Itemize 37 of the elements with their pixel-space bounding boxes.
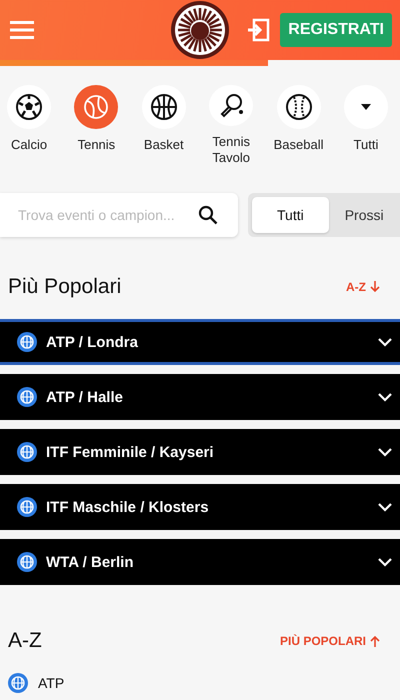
globe-icon <box>17 497 37 517</box>
filter-tab[interactable]: Tutti <box>252 197 329 233</box>
globe-icon <box>17 552 37 572</box>
chevron-down-icon <box>378 392 392 402</box>
search-icon <box>198 205 218 225</box>
league-row[interactable]: WTA / Berlin <box>0 539 400 585</box>
globe-icon <box>8 673 28 693</box>
league-row[interactable]: ITF Maschile / Klosters <box>0 484 400 530</box>
league-row[interactable]: ATP / Londra <box>0 319 400 365</box>
league-item[interactable]: ATP <box>0 661 72 700</box>
arrow-up-icon <box>370 635 380 647</box>
logo-icon <box>170 0 230 60</box>
sport-item[interactable]: Basket <box>134 85 194 166</box>
globe-icon <box>17 442 37 462</box>
globe-icon <box>17 332 37 352</box>
sport-item[interactable]: Tennis Tavolo <box>201 85 262 166</box>
chevron-down-icon <box>378 338 392 346</box>
sort-link[interactable]: PIÙ POPOLARI <box>280 634 380 648</box>
sport-item[interactable]: Tutti <box>336 85 396 166</box>
section-title: A-Z <box>8 629 42 653</box>
caret-icon <box>360 104 371 110</box>
section-title: Più Popolari <box>8 275 122 299</box>
sort-link[interactable]: A-Z <box>346 280 380 294</box>
chevron-down-icon <box>378 558 392 566</box>
league-row[interactable]: ATP / Halle <box>0 374 400 420</box>
chevron-down-icon <box>378 448 392 456</box>
search-field[interactable]: Trova eventi o campion... <box>0 193 238 237</box>
menu-icon[interactable] <box>10 20 34 40</box>
sport-item[interactable]: Calcio <box>0 85 59 166</box>
league-row[interactable]: ITF Femminile / Kayseri <box>0 429 400 475</box>
login-icon[interactable] <box>246 18 270 42</box>
filter-tab[interactable]: Prossi <box>338 197 390 233</box>
chevron-down-icon <box>378 502 392 512</box>
globe-icon <box>17 387 37 407</box>
sport-item[interactable]: Tennis <box>66 85 126 166</box>
sport-item[interactable]: Baseball <box>268 85 329 166</box>
arrow-down-icon <box>370 281 380 293</box>
